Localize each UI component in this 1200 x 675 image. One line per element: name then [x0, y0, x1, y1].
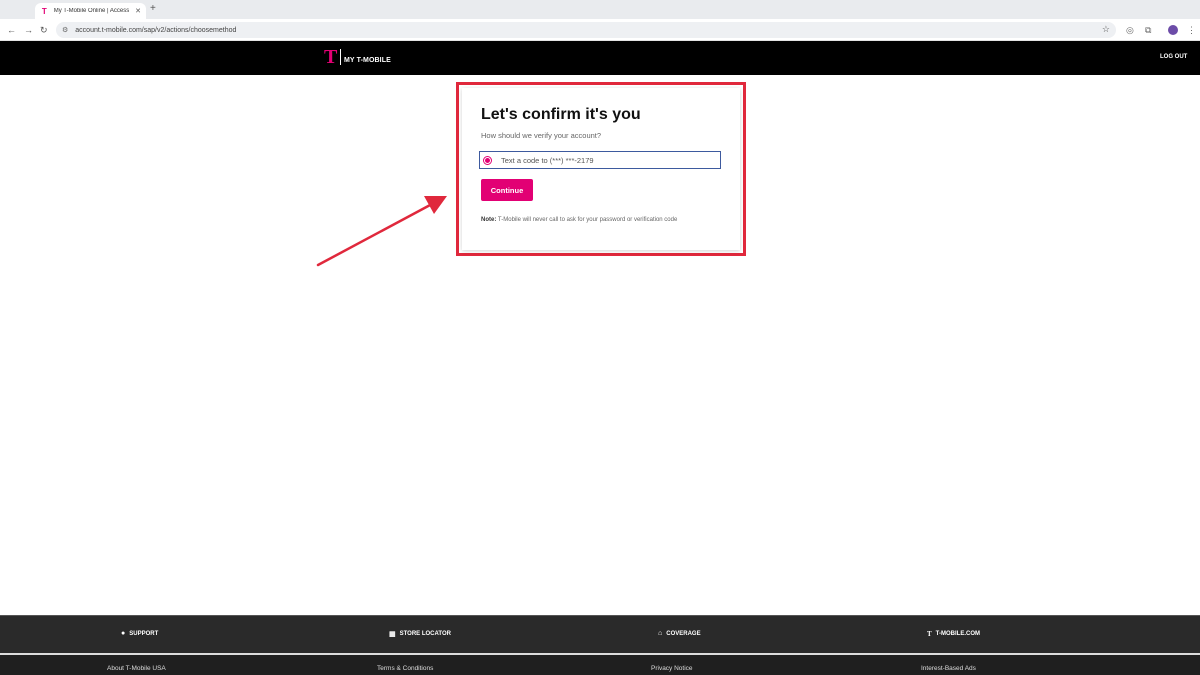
- footer-legal-bar: [0, 655, 1200, 675]
- note-text: T-Mobile will never call to ask for your…: [497, 217, 678, 223]
- support-icon: ●: [121, 630, 126, 637]
- page-title: Let's confirm it's you: [481, 106, 641, 123]
- coverage-icon: ⌂: [658, 630, 663, 637]
- option-label: Text a code to (***) ***-2179: [501, 155, 594, 165]
- tmobile-logo-icon: T: [927, 630, 932, 638]
- arrow-head: [424, 196, 447, 214]
- footer-link-label: COVERAGE: [666, 630, 701, 637]
- footer-terms-link[interactable]: Terms & Conditions: [377, 665, 433, 672]
- footer-link-label: SUPPORT: [129, 630, 159, 637]
- footer-link-label: STORE LOCATOR: [399, 631, 451, 637]
- footer-link-store-locator[interactable]: ▦ STORE LOCATOR: [389, 630, 451, 638]
- arrow-shaft: [316, 202, 434, 267]
- footer-link-support[interactable]: ● SUPPORT: [121, 630, 158, 637]
- footer-link-label: T-MOBILE.COM: [935, 631, 981, 637]
- footer-links-bar: [0, 615, 1200, 653]
- continue-button[interactable]: Continue: [481, 179, 533, 201]
- footer-privacy-link[interactable]: Privacy Notice: [651, 665, 693, 672]
- note-label: Note:: [481, 217, 497, 223]
- footer-ads-link[interactable]: Interest-Based Ads: [921, 665, 976, 672]
- card-subtitle: How should we verify your account?: [481, 131, 602, 140]
- radio-selected-dot: [485, 157, 490, 163]
- footer-link-coverage[interactable]: ⌂ COVERAGE: [658, 630, 701, 637]
- text-code-option[interactable]: Text a code to (***) ***-2179: [479, 151, 721, 169]
- footer-link-tmobile-com[interactable]: T T-MOBILE.COM: [927, 630, 980, 638]
- radio-button[interactable]: [483, 155, 492, 165]
- security-note: Note: T-Mobile will never call to ask fo…: [481, 217, 677, 223]
- store-icon: ▦: [389, 631, 396, 638]
- footer-about-link[interactable]: About T-Mobile USA: [107, 665, 166, 672]
